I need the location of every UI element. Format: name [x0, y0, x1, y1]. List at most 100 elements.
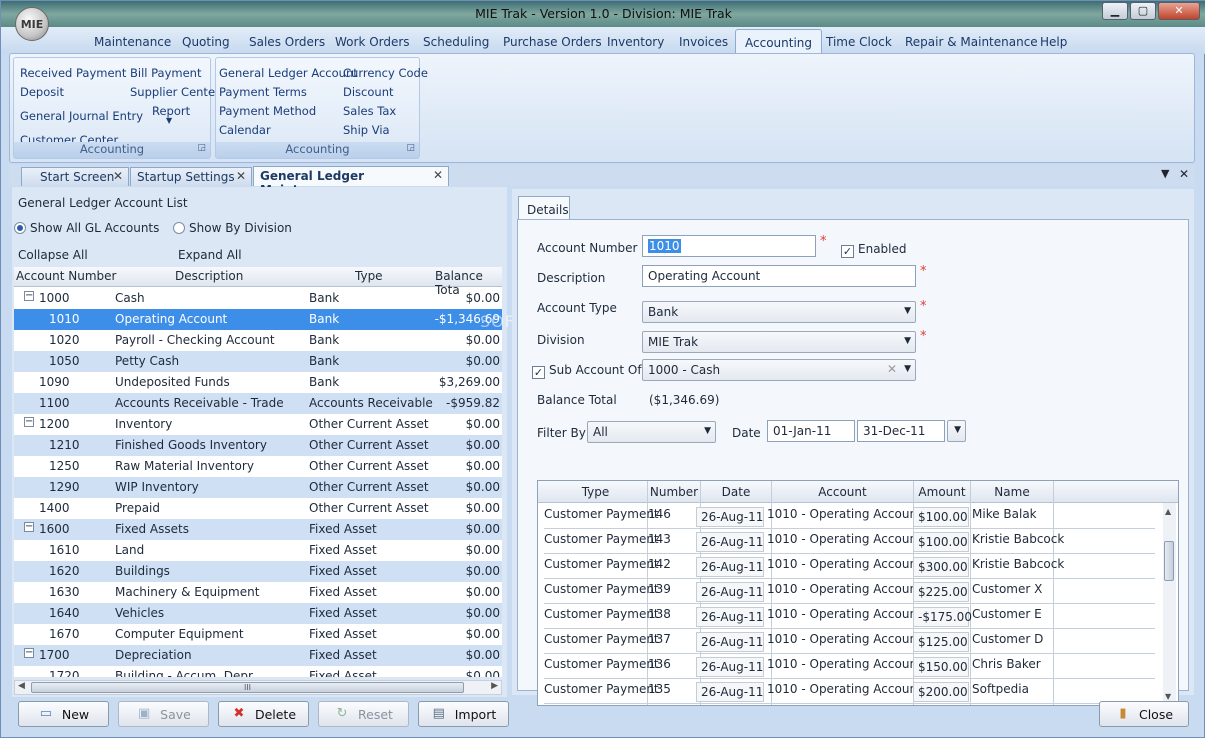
menu-purchase-orders[interactable]: Purchase Orders: [503, 35, 602, 49]
sub-account-checkbox[interactable]: ✓ Sub Account Of: [532, 363, 642, 379]
dialog-launcher-icon[interactable]: ◲: [197, 143, 206, 153]
app-logo[interactable]: MIE: [15, 7, 49, 41]
account-number-input[interactable]: 1010: [642, 235, 816, 257]
table-row[interactable]: 1050 Petty Cash Bank $0.00: [14, 351, 502, 372]
table-row[interactable]: 1090 Undeposited Funds Bank $3,269.00: [14, 372, 502, 393]
payment-terms-link[interactable]: Payment Terms: [219, 85, 307, 99]
collapse-toggle-icon[interactable]: −: [24, 291, 34, 301]
table-row[interactable]: 1400 Prepaid Other Current Asset $0.00: [14, 498, 502, 519]
menu-scheduling[interactable]: Scheduling: [423, 35, 489, 49]
table-row[interactable]: 1250 Raw Material Inventory Other Current …: [14, 456, 502, 477]
date-cell[interactable]: 26-Aug-11: [696, 632, 764, 652]
table-row[interactable]: 1610 Land Fixed Asset $0.00: [14, 540, 502, 561]
table-row[interactable]: 1100 Accounts Receivable - Trade Accounts …: [14, 393, 502, 414]
collapse-toggle-icon[interactable]: −: [24, 417, 34, 427]
show-all-gl-accounts-radio[interactable]: Show All GL Accounts: [14, 221, 159, 235]
menu-maintenance[interactable]: Maintenance: [94, 35, 171, 49]
date-cell[interactable]: 26-Aug-11: [696, 507, 764, 527]
amount-cell[interactable]: $125.00: [913, 632, 969, 652]
table-row[interactable]: 1010 Operating Account Bank -$1,346.69: [14, 309, 502, 330]
table-row[interactable]: −1600 Fixed Assets Fixed Asset $0.00: [14, 519, 502, 540]
import-button[interactable]: ▤ Import: [418, 701, 509, 727]
tab-general-ledger-maintenance[interactable]: General Ledger Maintenance✕: [253, 166, 449, 197]
table-row[interactable]: Customer Payment 142 26-Aug-11 1010 - Opera…: [544, 554, 1155, 579]
description-input[interactable]: Operating Account: [642, 265, 916, 287]
table-row[interactable]: Customer Payment 143 26-Aug-11 1010 - Opera…: [544, 529, 1155, 554]
reset-button[interactable]: ↻ Reset: [318, 701, 409, 727]
column-number[interactable]: Number: [648, 485, 700, 499]
currency-code-link[interactable]: Currency Code: [343, 66, 428, 80]
new-button[interactable]: ▭ New: [18, 701, 109, 727]
deposit-link[interactable]: Deposit: [20, 85, 64, 99]
dialog-launcher-icon[interactable]: ◲: [406, 143, 415, 153]
date-cell[interactable]: 26-Aug-11: [696, 582, 764, 602]
sub-account-select[interactable]: 1000 - Cash ✕ ▼: [642, 359, 916, 381]
horizontal-scrollbar[interactable]: ◀ III ▶: [14, 680, 502, 695]
clear-icon[interactable]: ✕: [887, 362, 897, 376]
column-type[interactable]: Type: [355, 269, 383, 283]
sales-tax-link[interactable]: Sales Tax: [343, 104, 396, 118]
menu-repair-maintenance[interactable]: Repair & Maintenance: [905, 35, 1038, 49]
table-row[interactable]: Customer Payment 146 26-Aug-11 1010 - Opera…: [544, 504, 1155, 529]
date-cell[interactable]: 26-Aug-11: [696, 557, 764, 577]
filter-by-select[interactable]: All ▼: [587, 421, 716, 443]
window-close-button[interactable]: ✕: [1158, 2, 1200, 20]
payment-method-link[interactable]: Payment Method: [219, 104, 316, 118]
delete-button[interactable]: ✖ Delete: [218, 701, 309, 727]
column-account[interactable]: Account: [772, 485, 913, 499]
table-row[interactable]: Customer Payment 138 26-Aug-11 1010 - Opera…: [544, 604, 1155, 629]
amount-cell[interactable]: $100.00: [913, 532, 969, 552]
collapse-toggle-icon[interactable]: −: [24, 648, 34, 658]
tab-list-chevron-down-icon[interactable]: ▼: [1161, 167, 1169, 180]
column-date[interactable]: Date: [701, 485, 771, 499]
scrollbar-thumb[interactable]: III: [31, 682, 464, 693]
amount-cell[interactable]: $150.00: [913, 657, 969, 677]
supplier-center-link[interactable]: Supplier Center: [130, 85, 220, 99]
tab-start-screen[interactable]: Start Screen ✕: [21, 167, 129, 186]
menu-sales-orders[interactable]: Sales Orders: [249, 35, 325, 49]
menu-quoting[interactable]: Quoting: [182, 35, 230, 49]
menu-help[interactable]: Help: [1040, 35, 1067, 49]
save-button[interactable]: ▣ Save: [118, 701, 209, 727]
scroll-down-icon[interactable]: ▼: [1165, 692, 1171, 701]
bill-payment-link[interactable]: Bill Payment: [130, 66, 201, 80]
general-journal-entry-link[interactable]: General Journal Entry: [20, 109, 143, 123]
table-row[interactable]: −1700 Depreciation Fixed Asset $0.00: [14, 645, 502, 666]
table-row[interactable]: 1290 WIP Inventory Other Current Asset $0.0…: [14, 477, 502, 498]
table-row[interactable]: −1200 Inventory Other Current Asset $0.00: [14, 414, 502, 435]
discount-link[interactable]: Discount: [343, 85, 394, 99]
date-cell[interactable]: 26-Aug-11: [696, 657, 764, 677]
column-description[interactable]: Description: [175, 269, 243, 283]
menu-time-clock[interactable]: Time Clock: [826, 35, 892, 49]
table-row[interactable]: 1670 Computer Equipment Fixed Asset $0.00: [14, 624, 502, 645]
received-payment-link[interactable]: Received Payment: [20, 66, 126, 80]
show-by-division-radio[interactable]: Show By Division: [173, 221, 292, 235]
table-row[interactable]: Customer Payment 135 26-Aug-11 1010 - Opera…: [544, 679, 1155, 704]
close-button[interactable]: ▮ Close: [1099, 701, 1189, 727]
date-from-input[interactable]: 01-Jan-11: [767, 420, 855, 442]
close-tab-icon[interactable]: ✕: [433, 168, 443, 182]
table-row[interactable]: Customer Payment 136 26-Aug-11 1010 - Opera…: [544, 654, 1155, 679]
table-row[interactable]: −1000 Cash Bank $0.00: [14, 288, 502, 309]
minimize-button[interactable]: ▁: [1102, 2, 1128, 20]
menu-invoices[interactable]: Invoices: [679, 35, 728, 49]
column-account-number[interactable]: Account Number: [16, 269, 116, 283]
general-ledger-account-link[interactable]: General Ledger Account: [219, 66, 358, 80]
scroll-up-icon[interactable]: ▲: [1165, 507, 1171, 516]
table-row[interactable]: 1620 Buildings Fixed Asset $0.00: [14, 561, 502, 582]
table-row[interactable]: 1630 Machinery & Equipment Fixed Asset $0.0…: [14, 582, 502, 603]
table-row[interactable]: 1640 Vehicles Fixed Asset $0.00: [14, 603, 502, 624]
column-name[interactable]: Name: [971, 485, 1053, 499]
menu-accounting[interactable]: Accounting: [735, 29, 823, 55]
maximize-button[interactable]: ▢: [1130, 2, 1156, 20]
close-document-icon[interactable]: ✕: [1179, 167, 1189, 181]
table-row[interactable]: 1720 Building - Accum. Depr Fixed Asset $0.…: [14, 666, 502, 677]
close-tab-icon[interactable]: ✕: [236, 169, 246, 183]
division-select[interactable]: MIE Trak ▼: [642, 331, 916, 353]
tab-startup-settings[interactable]: Startup Settings ✕: [130, 167, 252, 186]
vertical-scrollbar[interactable]: ▲ ▼: [1163, 503, 1176, 703]
date-cell[interactable]: 26-Aug-11: [696, 682, 764, 702]
scroll-left-icon[interactable]: ◀: [18, 681, 25, 691]
expand-all-link[interactable]: Expand All: [178, 248, 242, 262]
table-row[interactable]: 1020 Payroll - Checking Account Bank $0.00: [14, 330, 502, 351]
